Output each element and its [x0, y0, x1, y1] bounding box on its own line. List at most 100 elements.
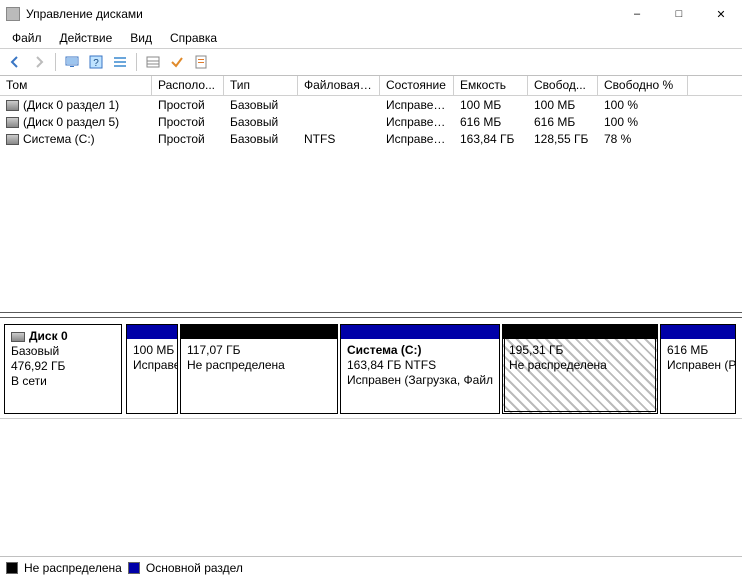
- partition-header: [127, 325, 177, 339]
- menu-file[interactable]: Файл: [4, 29, 50, 47]
- help-icon: ?: [88, 54, 104, 70]
- minimize-button[interactable]: –: [616, 0, 658, 28]
- view-bottom-button[interactable]: [166, 51, 188, 73]
- volume-row[interactable]: (Диск 0 раздел 1)ПростойБазовый Исправен.…: [0, 96, 742, 113]
- partition-size: 195,31 ГБ: [509, 343, 563, 357]
- disk-icon: [11, 332, 25, 342]
- volume-icon: [6, 100, 19, 111]
- partition[interactable]: Система (C:)163,84 ГБ NTFSИсправен (Загр…: [340, 324, 500, 414]
- col-free[interactable]: Свобод...: [528, 76, 598, 95]
- legend-label-primary: Основной раздел: [146, 561, 243, 575]
- col-freepct[interactable]: Свободно %: [598, 76, 688, 95]
- legend-swatch-primary: [128, 562, 140, 574]
- volume-row[interactable]: Система (C:)ПростойБазовыйNTFSИсправен..…: [0, 130, 742, 147]
- volume-list-header: Том Располо... Тип Файловая с... Состоян…: [0, 76, 742, 96]
- col-type[interactable]: Тип: [224, 76, 298, 95]
- volume-cell: 616 МБ: [454, 115, 528, 129]
- col-state[interactable]: Состояние: [380, 76, 454, 95]
- partition-status: Исправен (Загрузка, Файл: [347, 373, 493, 387]
- window-buttons: – □ ✕: [616, 0, 742, 28]
- settings-list-button[interactable]: [109, 51, 131, 73]
- table-icon: [145, 54, 161, 70]
- col-volume[interactable]: Том: [0, 76, 152, 95]
- partition-body: 195,31 ГБНе распределена: [503, 339, 657, 413]
- partition-header: [661, 325, 735, 339]
- volume-cell: Базовый: [224, 132, 298, 146]
- partition[interactable]: 616 МБИсправен (Ра: [660, 324, 736, 414]
- volume-cell: 100 %: [598, 115, 688, 129]
- partition-size: 117,07 ГБ: [187, 343, 241, 357]
- volume-cell: Простой: [152, 132, 224, 146]
- menu-help[interactable]: Справка: [162, 29, 225, 47]
- partitions-container: 100 МБИсправе117,07 ГБНе распределенаСис…: [126, 324, 738, 414]
- partition[interactable]: 195,31 ГБНе распределена: [502, 324, 658, 414]
- volume-cell: Простой: [152, 115, 224, 129]
- partition-size: 616 МБ: [667, 343, 708, 357]
- volume-cell: 128,55 ГБ: [528, 132, 598, 146]
- volume-cell: (Диск 0 раздел 5): [0, 115, 152, 129]
- legend-label-unallocated: Не распределена: [24, 561, 122, 575]
- partition-header: [341, 325, 499, 339]
- partition-body: 616 МБИсправен (Ра: [661, 339, 735, 413]
- volume-cell: Исправен...: [380, 132, 454, 146]
- maximize-button[interactable]: □: [658, 0, 700, 28]
- disk-size: 476,92 ГБ: [11, 359, 115, 374]
- partition-body: Система (C:)163,84 ГБ NTFSИсправен (Загр…: [341, 339, 499, 413]
- disk-row: Диск 0 Базовый 476,92 ГБ В сети 100 МБИс…: [0, 318, 742, 419]
- disk-graphical-view: Диск 0 Базовый 476,92 ГБ В сети 100 МБИс…: [0, 318, 742, 538]
- close-button[interactable]: ✕: [700, 0, 742, 28]
- window-title: Управление дисками: [26, 7, 616, 21]
- menu-bar: Файл Действие Вид Справка: [0, 28, 742, 48]
- col-capacity[interactable]: Емкость: [454, 76, 528, 95]
- volume-cell: 100 МБ: [454, 98, 528, 112]
- partition-header: [503, 325, 657, 339]
- volume-row[interactable]: (Диск 0 раздел 5)ПростойБазовыйИсправен.…: [0, 113, 742, 130]
- monitor-icon: [64, 54, 80, 70]
- volume-icon: [6, 117, 19, 128]
- partition[interactable]: 100 МБИсправе: [126, 324, 178, 414]
- volume-cell: NTFS: [298, 132, 380, 146]
- menu-view[interactable]: Вид: [122, 29, 160, 47]
- volume-cell: Исправен...: [380, 115, 454, 129]
- properties-icon: [193, 54, 209, 70]
- volume-cell: Базовый: [224, 98, 298, 112]
- col-filesystem[interactable]: Файловая с...: [298, 76, 380, 95]
- legend: Не распределена Основной раздел: [0, 556, 742, 578]
- partition-size: 163,84 ГБ NTFS: [347, 358, 436, 372]
- forward-button[interactable]: [28, 51, 50, 73]
- view-top-button[interactable]: [142, 51, 164, 73]
- toolbar: ?: [0, 48, 742, 76]
- refresh-button[interactable]: [61, 51, 83, 73]
- volume-cell: 616 МБ: [528, 115, 598, 129]
- volume-cell: 100 МБ: [528, 98, 598, 112]
- help-button[interactable]: ?: [85, 51, 107, 73]
- properties-button[interactable]: [190, 51, 212, 73]
- volume-icon: [6, 134, 19, 145]
- partition-status: Исправе: [133, 358, 177, 372]
- partition-body: 100 МБИсправе: [127, 339, 177, 413]
- disk-type: Базовый: [11, 344, 115, 359]
- volume-cell: Система (C:): [0, 132, 152, 146]
- partition-size: 100 МБ: [133, 343, 174, 357]
- partition-header: [181, 325, 337, 339]
- volume-cell: (Диск 0 раздел 1): [0, 98, 152, 112]
- list-icon: [112, 54, 128, 70]
- volume-cell: 100 %: [598, 98, 688, 112]
- volume-list-area: Том Располо... Тип Файловая с... Состоян…: [0, 76, 742, 312]
- disk-summary[interactable]: Диск 0 Базовый 476,92 ГБ В сети: [4, 324, 122, 414]
- volume-cell: Простой: [152, 98, 224, 112]
- partition[interactable]: 117,07 ГБНе распределена: [180, 324, 338, 414]
- volume-rows: (Диск 0 раздел 1)ПростойБазовыйИсправен.…: [0, 96, 742, 147]
- back-icon: [7, 54, 23, 70]
- app-icon: [6, 7, 20, 21]
- volume-cell: Исправен...: [380, 98, 454, 112]
- menu-action[interactable]: Действие: [52, 29, 121, 47]
- volume-cell: 163,84 ГБ: [454, 132, 528, 146]
- svg-text:?: ?: [93, 58, 99, 69]
- forward-icon: [31, 54, 47, 70]
- back-button[interactable]: [4, 51, 26, 73]
- partition-status: Не распределена: [187, 358, 285, 372]
- partition-title: Система (C:): [347, 343, 422, 357]
- partition-status: Не распределена: [509, 358, 607, 372]
- col-layout[interactable]: Располо...: [152, 76, 224, 95]
